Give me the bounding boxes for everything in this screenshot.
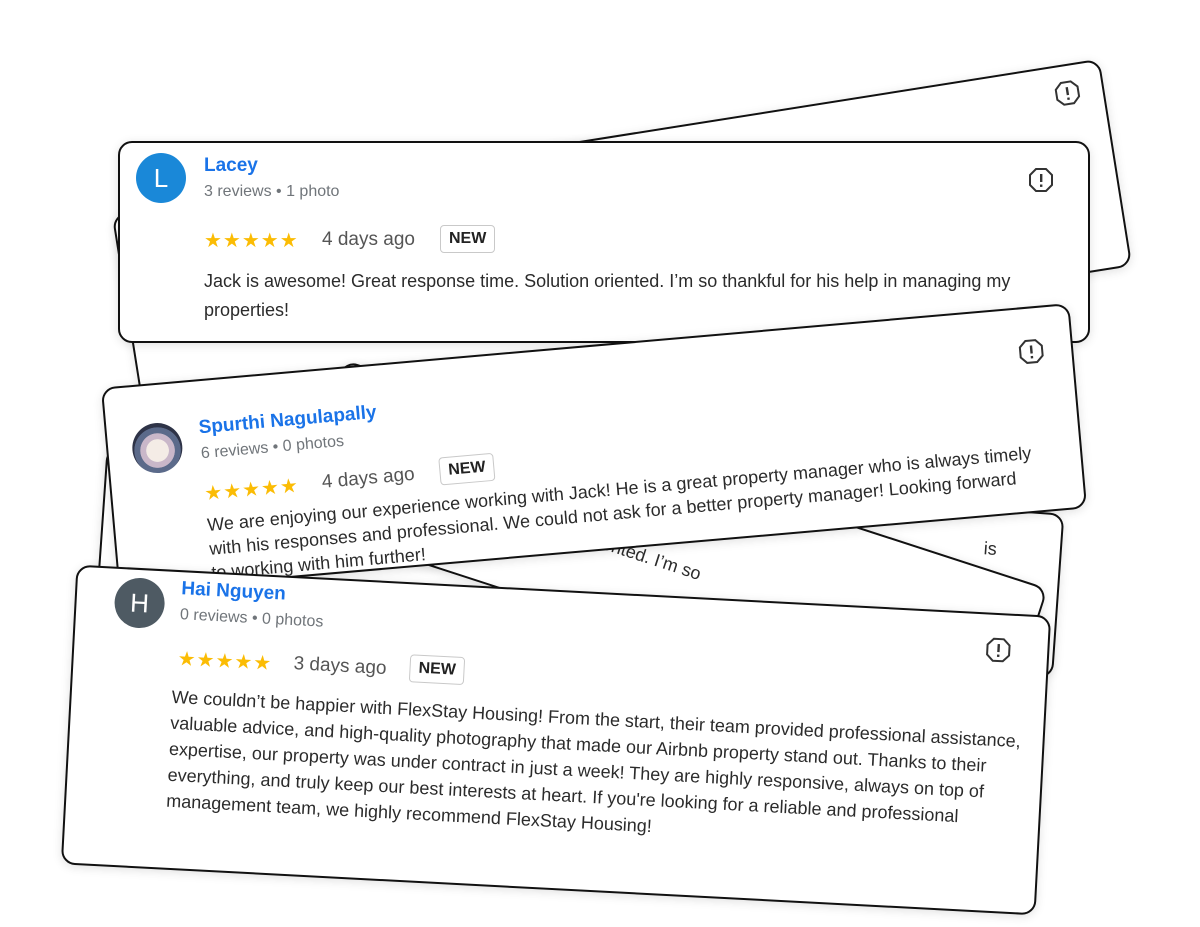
review-time: 4 days ago: [322, 229, 415, 250]
avatar: [130, 420, 185, 476]
review-card-hai: H Hai Nguyen 0 reviews • 0 photos ★★★★★ …: [60, 564, 1052, 916]
reviewer-meta: 3 reviews • 1 photo: [204, 183, 340, 200]
review-text: We couldn’t be happier with FlexStay Hou…: [165, 686, 1022, 837]
reviewer-meta: 0 reviews • 0 photos: [179, 606, 324, 631]
report-flag-icon[interactable]: [985, 636, 1012, 663]
avatar: L: [136, 153, 186, 203]
reviewer-name[interactable]: Hai Nguyen: [181, 578, 286, 605]
new-badge: NEW: [408, 654, 466, 686]
report-flag-icon[interactable]: [1028, 167, 1054, 193]
new-badge: NEW: [440, 225, 496, 253]
star-rating: ★★★★★: [177, 648, 273, 676]
new-badge: NEW: [438, 452, 496, 486]
star-rating: ★★★★★: [203, 474, 300, 506]
review-time: 3 days ago: [293, 653, 388, 680]
reviewer-name[interactable]: Lacey: [204, 155, 258, 177]
star-rating: ★★★★★: [204, 230, 299, 252]
report-flag-icon[interactable]: [1017, 337, 1045, 365]
report-flag-icon[interactable]: [1053, 78, 1083, 108]
background-snippet: is: [983, 538, 998, 560]
review-time: 4 days ago: [321, 463, 416, 493]
reviewer-name[interactable]: Spurthi Nagulapally: [198, 402, 378, 439]
avatar: H: [113, 576, 166, 630]
review-card-lacey: L Lacey 3 reviews • 1 photo ★★★★★ 4 days…: [118, 141, 1090, 343]
